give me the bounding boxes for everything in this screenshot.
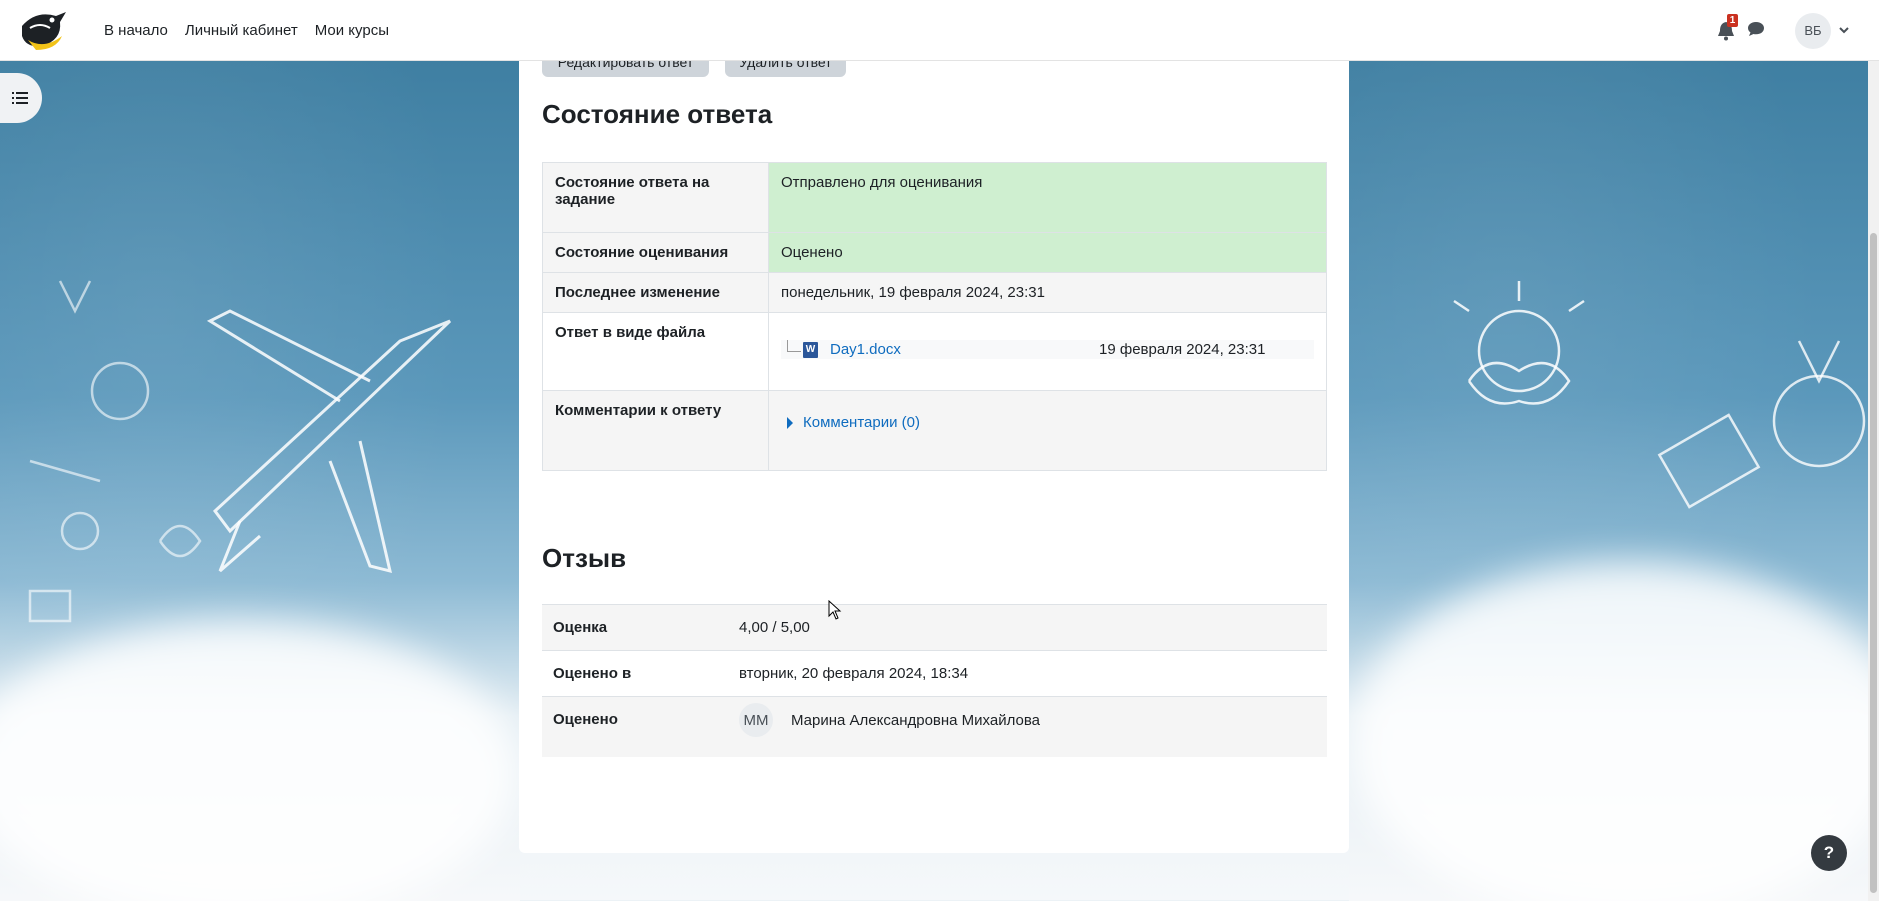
submission-status-heading: Состояние ответа <box>542 99 773 129</box>
feedback-table: Оценка 4,00 / 5,00 Оценено в вторник, 20… <box>542 604 1327 757</box>
user-avatar: ВБ <box>1795 12 1831 49</box>
table-row: Ответ в виде файла W Day1.docx 19 феврал… <box>542 312 1327 391</box>
help-button[interactable]: ? <box>1811 835 1847 871</box>
page-scrollbar[interactable] <box>1868 61 1879 901</box>
chat-bubble-icon <box>1748 21 1764 36</box>
lightbulb-cloud-illustration <box>1453 281 1585 405</box>
notifications-button[interactable]: 1 <box>1717 13 1738 41</box>
book-globe-illustration <box>1657 340 1866 509</box>
row-label: Состояние оценивания <box>542 232 769 273</box>
caret-right-icon <box>787 416 793 429</box>
file-submission-cell: W Day1.docx 19 февраля 2024, 23:31 <box>768 312 1327 391</box>
word-document-icon: W <box>803 341 818 358</box>
feedback-heading: Отзыв <box>542 543 627 573</box>
table-row: Состояние ответа на задание Отправлено д… <box>542 162 1327 233</box>
comments-toggle[interactable]: Комментарии (0) <box>787 414 1314 431</box>
notification-count-badge: 1 <box>1727 13 1738 27</box>
file-date: 19 февраля 2024, 23:31 <box>1099 341 1266 358</box>
grade-value: 4,00 / 5,00 <box>728 604 1327 651</box>
primary-navigation: В начало Личный кабинет Мои курсы <box>104 0 389 61</box>
grading-status-value: Оценено <box>768 232 1327 273</box>
row-label: Последнее изменение <box>542 272 769 313</box>
table-row: Оценено в вторник, 20 февраля 2024, 18:3… <box>542 650 1327 697</box>
table-row: Последнее изменение понедельник, 19 февр… <box>542 272 1327 313</box>
comments-cell: Комментарии (0) <box>768 390 1327 471</box>
scrollbar-thumb[interactable] <box>1870 233 1877 893</box>
user-menu-toggle[interactable]: ВБ <box>1795 12 1849 49</box>
row-label: Оценено в <box>542 650 728 697</box>
table-row: Оценка 4,00 / 5,00 <box>542 604 1327 651</box>
table-row: Оценено ММ Марина Александровна Михайлов… <box>542 696 1327 757</box>
submission-status-value: Отправлено для оценивания <box>768 162 1327 233</box>
messages-button[interactable] <box>1747 21 1765 41</box>
list-icon <box>12 92 28 104</box>
grader-info: ММ Марина Александровна Михайлова <box>739 703 1316 737</box>
grader-cell: ММ Марина Александровна Михайлова <box>728 696 1327 757</box>
main-content: Редактировать ответ Удалить ответ Состоя… <box>519 47 1349 853</box>
nav-home-link[interactable]: В начало <box>104 22 168 39</box>
top-navbar: В начало Личный кабинет Мои курсы 1 ВБ <box>0 0 1879 61</box>
file-download-link[interactable]: Day1.docx <box>830 341 901 358</box>
comments-link[interactable]: Комментарии (0) <box>803 414 920 431</box>
submission-status-table: Состояние ответа на задание Отправлено д… <box>542 162 1327 471</box>
mouse-cursor-icon <box>828 600 842 620</box>
grader-avatar: ММ <box>739 703 773 737</box>
tree-line <box>787 339 801 352</box>
last-modified-value: понедельник, 19 февраля 2024, 23:31 <box>768 272 1327 313</box>
row-label: Ответ в виде файла <box>542 312 769 391</box>
chevron-down-icon <box>1839 27 1849 34</box>
row-label: Комментарии к ответу <box>542 390 769 471</box>
row-label: Состояние ответа на задание <box>542 162 769 233</box>
nav-my-courses-link[interactable]: Мои курсы <box>315 22 389 39</box>
nav-dashboard-link[interactable]: Личный кабинет <box>185 22 298 39</box>
background-left <box>0 61 520 901</box>
file-entry: W Day1.docx 19 февраля 2024, 23:31 <box>781 339 1314 359</box>
graded-on-value: вторник, 20 февраля 2024, 18:34 <box>728 650 1327 697</box>
table-row: Комментарии к ответу Комментарии (0) <box>542 390 1327 471</box>
row-label: Оценено <box>542 696 728 757</box>
site-logo[interactable] <box>16 6 68 52</box>
airplane-illustration <box>206 309 452 574</box>
grader-name: Марина Александровна Михайлова <box>791 711 1041 729</box>
doodles-illustration <box>28 280 202 623</box>
table-row: Состояние оценивания Оценено <box>542 232 1327 273</box>
navbar-user-area: 1 ВБ <box>1717 0 1849 61</box>
row-label: Оценка <box>542 604 728 651</box>
background-right <box>1349 61 1879 901</box>
